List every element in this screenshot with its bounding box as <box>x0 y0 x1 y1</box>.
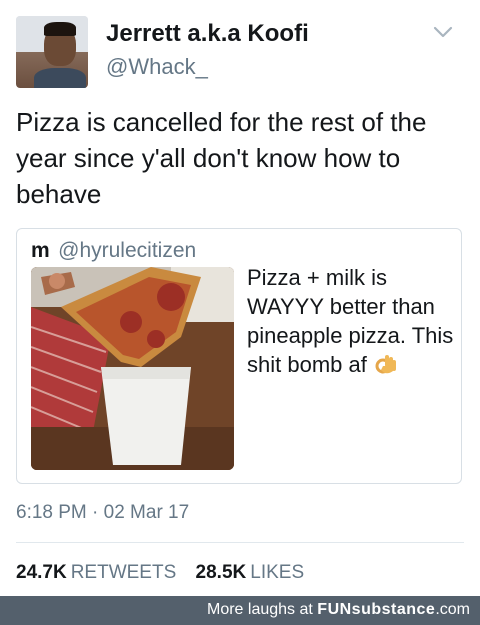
chevron-down-icon[interactable] <box>432 24 454 40</box>
likes-label[interactable]: LIKES <box>250 562 304 583</box>
retweets-count[interactable]: 24.7K <box>16 562 67 583</box>
author-name[interactable]: Jerrett a.k.a Koofi <box>106 20 309 48</box>
quoted-tweet-text: Pizza + milk is WAYYY better than pineap… <box>247 263 457 379</box>
ok-hand-icon <box>375 355 396 374</box>
quoted-author-handle: @hyrulecitizen <box>58 239 197 262</box>
watermark-footer: More laughs at FUNsubstance.com <box>0 596 480 625</box>
footer-brand: FUNsubstance <box>317 601 436 618</box>
likes-count[interactable]: 28.5K <box>196 562 247 583</box>
footer-prefix: More laughs at <box>207 601 313 618</box>
tweet-timestamp[interactable]: 6:18 PM · 02 Mar 17 <box>16 502 189 524</box>
tweet-stats: 24.7K RETWEETS 28.5K LIKES <box>16 562 318 584</box>
quoted-tweet[interactable]: m @hyrulecitizen Pizza + milk is WAYYY b… <box>16 228 462 484</box>
tweet-text: Pizza is cancelled for the rest of the y… <box>16 107 427 209</box>
author-handle[interactable]: @Whack_ <box>106 54 208 80</box>
quoted-tweet-text-body: Pizza + milk is WAYYY better than pineap… <box>247 265 454 377</box>
quoted-tweet-header: m @hyrulecitizen <box>31 239 196 263</box>
quoted-author-name: m <box>31 239 50 262</box>
tweet-header: Jerrett a.k.a Koofi @Whack_ <box>16 16 464 88</box>
avatar-hair <box>44 22 76 36</box>
quoted-tweet-photo[interactable] <box>31 267 234 470</box>
footer-brand-suffix: .com <box>435 601 470 618</box>
avatar-shirt <box>34 68 86 88</box>
footer-text: More laughs at FUNsubstance.com <box>207 601 470 619</box>
divider <box>16 542 464 543</box>
retweets-label[interactable]: RETWEETS <box>71 562 177 583</box>
avatar[interactable] <box>16 16 88 88</box>
